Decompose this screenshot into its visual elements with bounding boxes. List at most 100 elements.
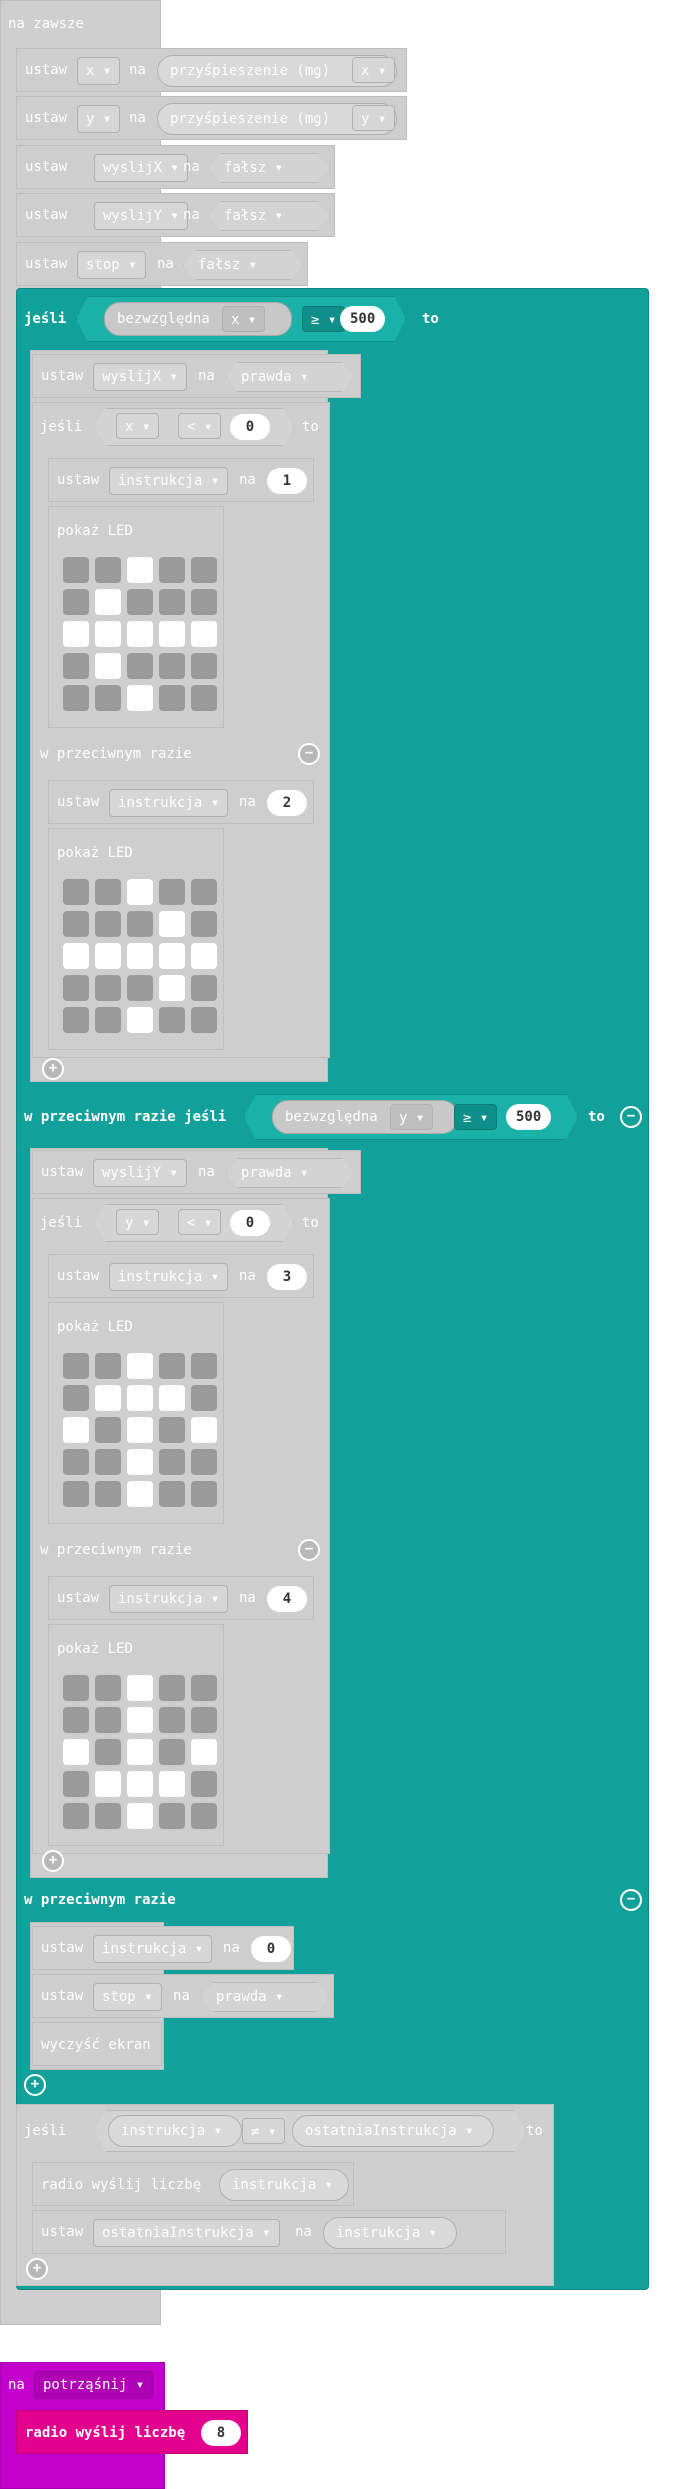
led-cell[interactable] [159, 1803, 185, 1829]
led-cell[interactable] [63, 1449, 89, 1475]
variable-dropdown[interactable]: x [222, 306, 266, 332]
set-stop-true-block[interactable]: ustaw stop na prawda [32, 1974, 334, 2018]
number-input[interactable]: 0 [230, 414, 270, 440]
led-cell[interactable] [127, 685, 153, 711]
led-cell[interactable] [95, 1417, 121, 1443]
led-cell[interactable] [159, 557, 185, 583]
show-leds-block-1[interactable]: pokaż LED [48, 506, 224, 728]
variable-dropdown[interactable]: instrukcja [109, 789, 229, 817]
led-cell[interactable] [159, 589, 185, 615]
led-cell[interactable] [95, 1803, 121, 1829]
add-branch-icon[interactable]: + [26, 2258, 48, 2280]
led-cell[interactable] [63, 685, 89, 711]
remove-branch-icon[interactable]: − [620, 1106, 642, 1128]
number-input[interactable]: 1 [267, 468, 307, 494]
led-cell[interactable] [191, 653, 217, 679]
led-cell[interactable] [191, 975, 217, 1001]
led-cell[interactable] [95, 1353, 121, 1379]
led-cell[interactable] [159, 975, 185, 1001]
add-branch-icon[interactable]: + [24, 2074, 46, 2096]
boolean-dropdown[interactable]: fałsz [224, 160, 283, 176]
variable-dropdown[interactable]: ostatniaInstrukcja [305, 2123, 474, 2139]
led-cell[interactable] [159, 1417, 185, 1443]
led-cell[interactable] [63, 1707, 89, 1733]
led-cell[interactable] [191, 1771, 217, 1797]
led-cell[interactable] [63, 1007, 89, 1033]
led-cell[interactable] [191, 1007, 217, 1033]
add-branch-icon[interactable]: + [42, 1850, 64, 1872]
led-cell[interactable] [127, 1417, 153, 1443]
set-wyslijx-true-block[interactable]: ustaw wyslijX na prawda [32, 354, 361, 398]
variable-dropdown[interactable]: instrukcja [93, 1935, 213, 1963]
led-cell[interactable] [159, 1739, 185, 1765]
number-input[interactable]: 8 [201, 2420, 241, 2446]
variable-dropdown[interactable]: instrukcja [232, 2177, 333, 2193]
boolean-reporter[interactable]: fałsz [209, 201, 329, 231]
variable-dropdown[interactable]: x [116, 413, 160, 439]
number-input[interactable]: 0 [230, 1210, 270, 1236]
led-cell[interactable] [127, 1707, 153, 1733]
led-cell[interactable] [127, 1771, 153, 1797]
operator-dropdown[interactable]: < [178, 413, 222, 439]
led-cell[interactable] [191, 621, 217, 647]
led-cell[interactable] [63, 879, 89, 905]
variable-dropdown[interactable]: y [390, 1104, 434, 1130]
led-cell[interactable] [63, 557, 89, 583]
axis-dropdown[interactable]: x [352, 57, 396, 83]
led-cell[interactable] [95, 975, 121, 1001]
variable-dropdown[interactable]: instrukcja [109, 1263, 229, 1291]
number-input[interactable]: 2 [267, 790, 307, 816]
led-cell[interactable] [95, 1739, 121, 1765]
led-cell[interactable] [95, 1675, 121, 1701]
led-cell[interactable] [191, 1353, 217, 1379]
led-cell[interactable] [63, 975, 89, 1001]
led-cell[interactable] [159, 1449, 185, 1475]
variable-dropdown[interactable]: y [116, 1209, 160, 1235]
led-cell[interactable] [191, 1803, 217, 1829]
led-cell[interactable] [63, 589, 89, 615]
led-cell[interactable] [127, 1449, 153, 1475]
boolean-reporter[interactable]: prawda [201, 1982, 329, 2012]
set-stop-block[interactable]: ustaw stop na fałsz [16, 242, 308, 286]
led-cell[interactable] [127, 621, 153, 647]
led-cell[interactable] [63, 1675, 89, 1701]
led-cell[interactable] [95, 621, 121, 647]
variable-dropdown[interactable]: y [77, 105, 121, 133]
led-cell[interactable] [159, 621, 185, 647]
operator-dropdown[interactable]: ≥ [454, 1104, 498, 1130]
variable-dropdown[interactable]: instrukcja [336, 2225, 437, 2241]
led-cell[interactable] [63, 1739, 89, 1765]
led-cell[interactable] [159, 1707, 185, 1733]
boolean-reporter[interactable]: fałsz [209, 153, 329, 183]
show-leds-block-3[interactable]: pokaż LED [48, 1302, 224, 1524]
operator-dropdown[interactable]: ≥ [302, 306, 346, 332]
led-cell[interactable] [159, 1353, 185, 1379]
led-cell[interactable] [191, 1385, 217, 1411]
radio-send-number-8-block[interactable]: radio wyślij liczbę 8 [16, 2410, 248, 2454]
set-wyslijy-block[interactable]: ustaw wyslijY na fałsz [16, 193, 335, 237]
gesture-dropdown[interactable]: potrząśnij [34, 2371, 154, 2399]
set-instruction-3-block[interactable]: ustaw instrukcja na 3 [48, 1254, 314, 1298]
variable-reporter[interactable]: instrukcja [323, 2217, 457, 2249]
led-cell[interactable] [159, 685, 185, 711]
led-cell[interactable] [159, 943, 185, 969]
show-leds-block-4[interactable]: pokaż LED [48, 1624, 224, 1846]
led-cell[interactable] [95, 557, 121, 583]
led-cell[interactable] [95, 1771, 121, 1797]
led-cell[interactable] [159, 653, 185, 679]
led-cell[interactable] [127, 1675, 153, 1701]
variable-reporter[interactable]: ostatniaInstrukcja [292, 2115, 494, 2147]
led-cell[interactable] [191, 557, 217, 583]
led-cell[interactable] [95, 1481, 121, 1507]
led-cell[interactable] [63, 1385, 89, 1411]
set-last-instruction-block[interactable]: ustaw ostatniaInstrukcja na instrukcja [32, 2210, 506, 2254]
variable-reporter[interactable]: instrukcja [219, 2169, 349, 2201]
led-cell[interactable] [127, 1481, 153, 1507]
boolean-dropdown[interactable]: prawda [241, 369, 308, 385]
led-cell[interactable] [191, 589, 217, 615]
variable-dropdown[interactable]: x [77, 57, 121, 85]
led-cell[interactable] [63, 1803, 89, 1829]
led-cell[interactable] [127, 943, 153, 969]
variable-dropdown[interactable]: instrukcja [109, 1585, 229, 1613]
led-cell[interactable] [127, 911, 153, 937]
